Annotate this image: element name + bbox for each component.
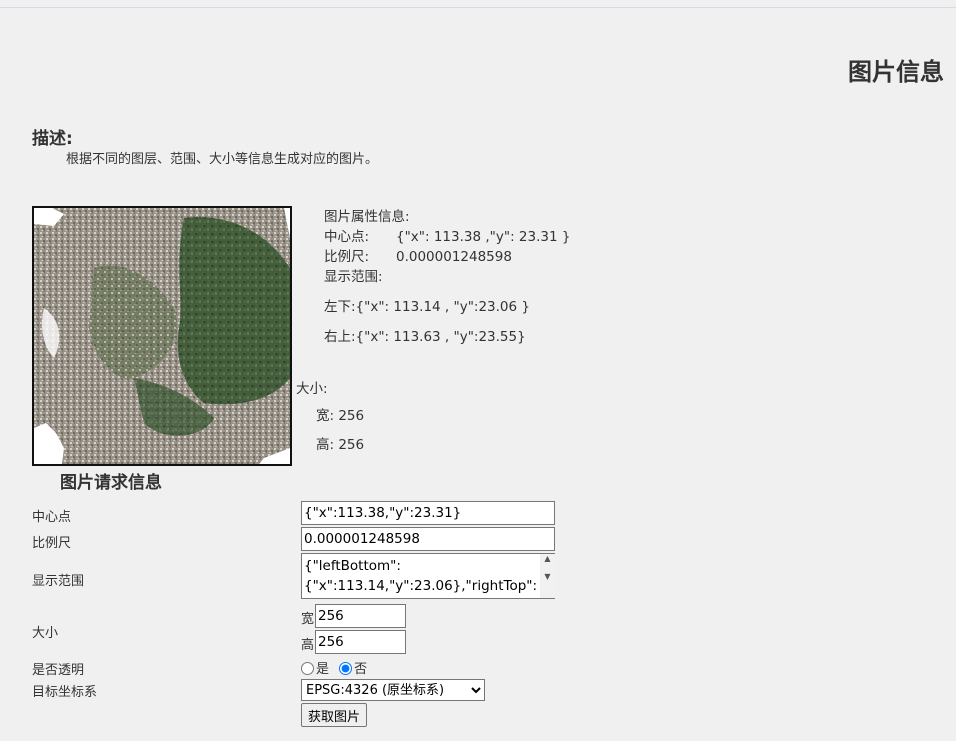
center-point-label: 中心点 <box>32 510 72 525</box>
get-image-button[interactable]: 获取图片 <box>301 703 368 727</box>
upper-right-value: 右上:{"x": 113.63 , "y":23.55} <box>324 329 526 345</box>
center-value: {"x": 113.38 ,"y": 23.31 } <box>396 229 571 245</box>
size-label: 大小 <box>32 626 59 641</box>
scale-row: 比例尺: 0.000001248598 <box>324 247 570 267</box>
size-width: 宽: 256 <box>316 408 365 424</box>
request-heading: 图片请求信息 <box>60 473 162 493</box>
transparent-yes-radio[interactable] <box>301 662 314 675</box>
crs-select[interactable]: EPSG:4326 (原坐标系) <box>301 679 485 701</box>
center-point-input[interactable] <box>301 501 555 525</box>
top-divider <box>0 7 956 8</box>
size-label: 大小: <box>296 381 328 397</box>
scale-value: 0.000001248598 <box>396 249 512 265</box>
description-text: 根据不同的图层、范围、大小等信息生成对应的图片。 <box>66 152 379 167</box>
height-label: 高 <box>301 638 315 653</box>
crs-label: 目标坐标系 <box>32 685 98 700</box>
scale-input[interactable] <box>301 527 555 551</box>
transparent-no-radio[interactable] <box>339 662 353 675</box>
yes-label: 是 <box>316 662 330 677</box>
center-label: 中心点: <box>324 229 370 245</box>
extent-textarea[interactable]: {"leftBottom": {"x":113.14,"y":23.06},"r… <box>301 553 555 599</box>
width-input[interactable] <box>315 604 406 628</box>
extent-scrollbar[interactable]: ▲ ▼ <box>540 554 555 598</box>
scale-label: 比例尺: <box>324 249 370 265</box>
lower-left-value: 左下:{"x": 113.14 , "y":23.06 } <box>324 299 530 315</box>
extent-label: 显示范围 <box>32 574 85 589</box>
size-height: 高: 256 <box>316 437 365 453</box>
satellite-image-canvas <box>34 208 290 464</box>
transparent-radio-group: 是 否 <box>301 658 367 677</box>
extent-textarea-wrap: {"leftBottom": {"x":113.14,"y":23.06},"r… <box>301 553 556 599</box>
properties-heading: 图片属性信息: <box>324 209 410 225</box>
width-label: 宽 <box>301 612 315 627</box>
satellite-image <box>32 206 292 466</box>
description-heading: 描述: <box>32 129 73 149</box>
height-input[interactable] <box>315 630 406 654</box>
no-label: 否 <box>354 662 368 677</box>
image-properties: 图片属性信息: 中心点: {"x": 113.38 ,"y": 23.31 } 比… <box>324 207 570 347</box>
transparent-label: 是否透明 <box>32 663 85 678</box>
page-title: 图片信息 <box>848 58 944 86</box>
center-row: 中心点: {"x": 113.38 ,"y": 23.31 } <box>324 227 570 247</box>
scale-label: 比例尺 <box>32 536 72 551</box>
extent-label: 显示范围: <box>324 269 383 285</box>
